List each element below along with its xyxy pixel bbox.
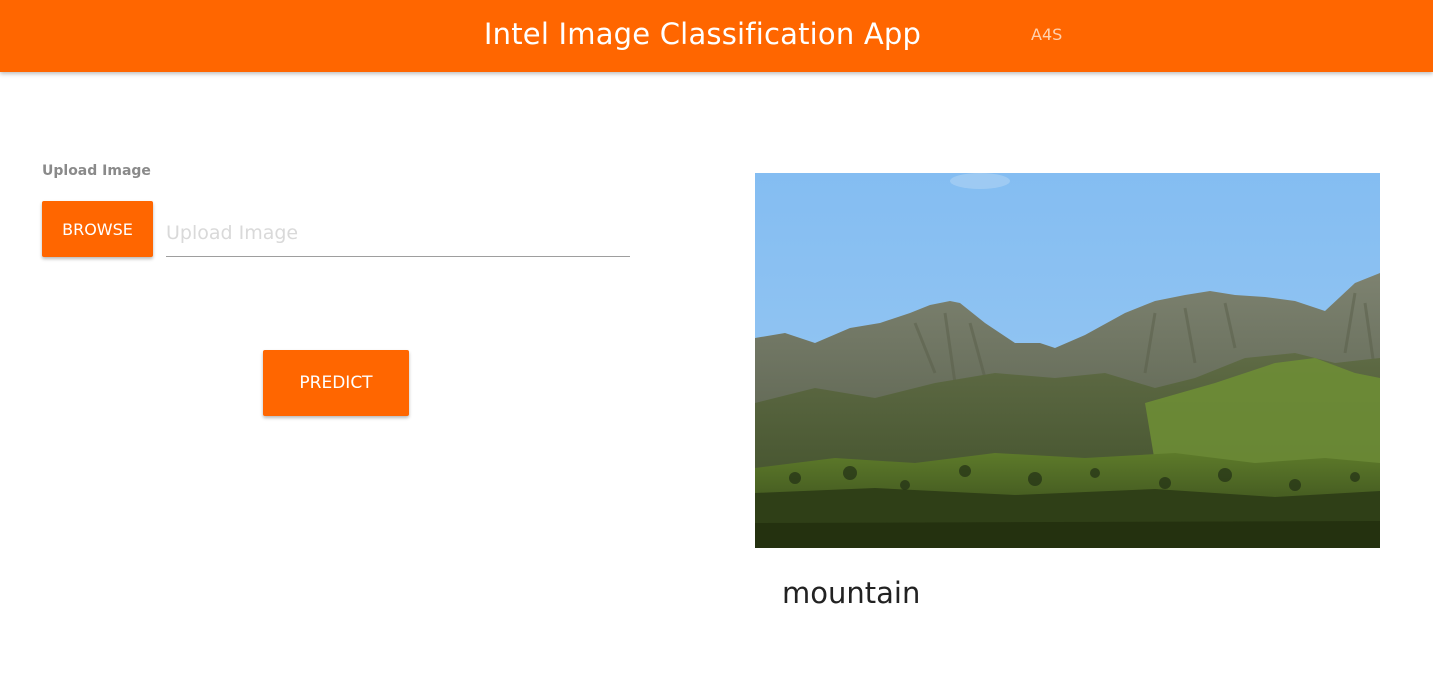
browse-button[interactable]: BROWSE — [42, 201, 153, 257]
upload-image-field[interactable] — [166, 210, 630, 257]
prediction-label: mountain — [782, 576, 921, 610]
app-root: Intel Image Classification App A4S Uploa… — [0, 0, 1433, 696]
upload-image-label: Upload Image — [42, 163, 151, 179]
uploaded-image-preview — [755, 173, 1380, 548]
app-title: Intel Image Classification App — [483, 17, 922, 51]
header-tag[interactable]: A4S — [1031, 24, 1062, 46]
mountain-image — [755, 173, 1380, 548]
app-header: Intel Image Classification App A4S — [0, 0, 1433, 72]
predict-button[interactable]: PREDICT — [263, 350, 409, 416]
